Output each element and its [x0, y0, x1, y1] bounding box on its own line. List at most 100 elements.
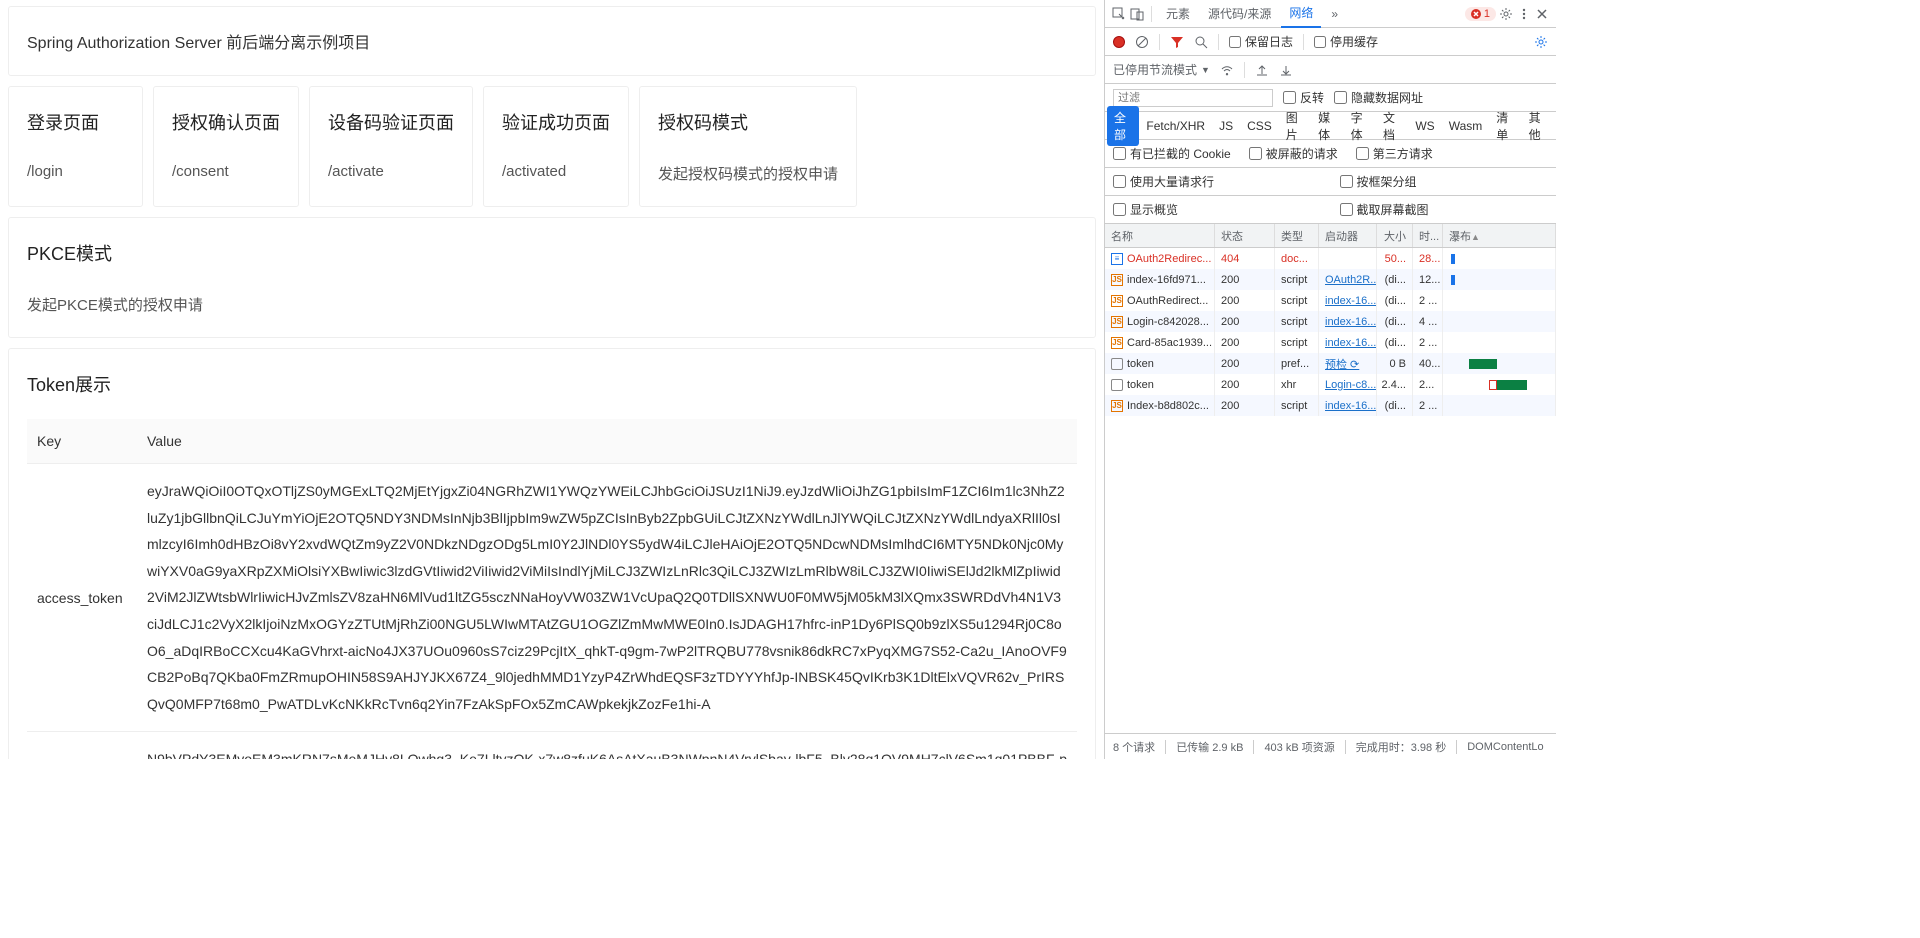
nav-card-sub: 发起授权码模式的授权申请 [658, 163, 838, 184]
gear-icon[interactable] [1498, 6, 1514, 22]
tab-network[interactable]: 网络 [1281, 0, 1321, 28]
request-waterfall [1443, 353, 1556, 374]
wifi-icon[interactable] [1220, 63, 1234, 77]
network-row[interactable]: JSCard-85ac1939...200scriptindex-16...(d… [1105, 332, 1556, 353]
upload-icon[interactable] [1255, 63, 1269, 77]
throttle-select[interactable]: 已停用节流模式 ▼ [1113, 61, 1210, 78]
nav-card-row: 登录页面/login授权确认页面/consent设备码验证页面/activate… [8, 86, 1096, 207]
screenshot-checkbox[interactable]: 截取屏幕截图 [1340, 201, 1549, 218]
col-waterfall[interactable]: 瀑布▲ [1443, 224, 1556, 247]
request-initiator: 预检 ⟳ [1319, 353, 1377, 374]
large-rows-checkbox[interactable]: 使用大量请求行 [1113, 173, 1322, 190]
request-type: doc... [1275, 248, 1319, 269]
tab-sources[interactable]: 源代码/来源 [1200, 0, 1279, 27]
token-value: eyJraWQiOiI0OTQxOTljZS0yMGExLTQ2MjEtYjgx… [137, 464, 1077, 732]
filter-icon[interactable] [1170, 35, 1184, 49]
network-row[interactable]: ≡OAuth2Redirec...404doc...50...28... [1105, 248, 1556, 269]
type-filter[interactable]: CSS [1240, 116, 1279, 136]
kebab-icon[interactable] [1516, 6, 1532, 22]
col-name[interactable]: 名称 [1105, 224, 1215, 247]
error-badge[interactable]: 1 [1465, 7, 1496, 21]
network-row[interactable]: JSIndex-b8d802c...200scriptindex-16...(d… [1105, 395, 1556, 416]
col-initiator[interactable]: 启动器 [1319, 224, 1377, 247]
network-row[interactable]: token200pref...预检 ⟳0 B40... [1105, 353, 1556, 374]
network-row[interactable]: JSOAuthRedirect...200scriptindex-16...(d… [1105, 290, 1556, 311]
hide-data-checkbox[interactable]: 隐藏数据网址 [1334, 89, 1423, 106]
network-row[interactable]: token200xhrLogin-c8...2.4...2... [1105, 374, 1556, 395]
nav-card-title: 登录页面 [27, 109, 124, 135]
nav-card[interactable]: 验证成功页面/activated [483, 86, 629, 207]
request-time: 4 ... [1413, 311, 1443, 332]
blocked-cookies-checkbox[interactable]: 有已拦截的 Cookie [1113, 145, 1231, 162]
download-icon[interactable] [1279, 63, 1293, 77]
col-type[interactable]: 类型 [1275, 224, 1319, 247]
col-status[interactable]: 状态 [1215, 224, 1275, 247]
preserve-log-checkbox[interactable]: 保留日志 [1229, 33, 1293, 50]
request-status: 200 [1215, 395, 1275, 416]
nav-card-sub: /login [27, 163, 124, 180]
throttle-row: 已停用节流模式 ▼ [1105, 56, 1556, 84]
nav-card[interactable]: 登录页面/login [8, 86, 143, 207]
device-icon[interactable] [1129, 6, 1145, 22]
nav-card[interactable]: 设备码验证页面/activate [309, 86, 473, 207]
checks-row-2: 使用大量请求行 按框架分组 [1105, 168, 1556, 196]
tab-elements[interactable]: 元素 [1158, 0, 1198, 27]
checks-row: 有已拦截的 Cookie 被屏蔽的请求 第三方请求 [1105, 140, 1556, 168]
request-xhr-icon [1111, 379, 1123, 391]
type-filter[interactable]: WS [1408, 116, 1441, 136]
status-finish: 完成用时：3.98 秒 [1356, 739, 1446, 755]
type-filter[interactable]: Fetch/XHR [1139, 116, 1212, 136]
request-doc-icon: ≡ [1111, 253, 1123, 265]
request-initiator: index-16... [1319, 290, 1377, 311]
nav-card-sub: /activate [328, 163, 454, 180]
network-toolbar: 保留日志 停用缓存 [1105, 28, 1556, 56]
invert-checkbox[interactable]: 反转 [1283, 89, 1324, 106]
network-row[interactable]: JSindex-16fd971...200scriptOAuth2R...(di… [1105, 269, 1556, 290]
inspect-icon[interactable] [1111, 6, 1127, 22]
request-name: token [1127, 358, 1154, 370]
group-frame-checkbox[interactable]: 按框架分组 [1340, 173, 1549, 190]
network-table-body[interactable]: ≡OAuth2Redirec...404doc...50...28...JSin… [1105, 248, 1556, 733]
col-size[interactable]: 大小 [1377, 224, 1413, 247]
request-status: 200 [1215, 374, 1275, 395]
table-row: refresh_tokenN9bVPdY3EMvoEM3mKRN7sMeMJHv… [27, 732, 1077, 759]
record-icon[interactable] [1113, 36, 1125, 48]
third-party-checkbox[interactable]: 第三方请求 [1356, 145, 1433, 162]
network-settings-icon[interactable] [1534, 35, 1548, 49]
pkce-card[interactable]: PKCE模式 发起PKCE模式的授权申请 [8, 217, 1096, 338]
disable-cache-checkbox[interactable]: 停用缓存 [1314, 33, 1378, 50]
tab-more[interactable]: » [1323, 2, 1346, 26]
request-js-icon: JS [1111, 337, 1123, 349]
request-js-icon: JS [1111, 316, 1123, 328]
status-resources: 403 kB 项资源 [1264, 739, 1334, 755]
show-overview-checkbox[interactable]: 显示概览 [1113, 201, 1322, 218]
request-size: (di... [1377, 395, 1413, 416]
nav-card-title: 授权码模式 [658, 109, 838, 135]
request-js-icon: JS [1111, 400, 1123, 412]
request-initiator: OAuth2R... [1319, 269, 1377, 290]
token-value: N9bVPdY3EMvoEM3mKRN7sMeMJHv8LQwhg3_Ke7Ll… [137, 732, 1077, 759]
request-size: (di... [1377, 269, 1413, 290]
col-time[interactable]: 时... [1413, 224, 1443, 247]
type-filter[interactable]: JS [1212, 116, 1240, 136]
search-icon[interactable] [1194, 35, 1208, 49]
app-page[interactable]: Spring Authorization Server 前后端分离示例项目 登录… [0, 0, 1104, 759]
request-time: 2... [1413, 374, 1443, 395]
nav-card[interactable]: 授权确认页面/consent [153, 86, 299, 207]
network-row[interactable]: JSLogin-c842028...200scriptindex-16...(d… [1105, 311, 1556, 332]
request-type: script [1275, 332, 1319, 353]
request-type: script [1275, 290, 1319, 311]
nav-card[interactable]: 授权码模式发起授权码模式的授权申请 [639, 86, 857, 207]
request-name: token [1127, 379, 1154, 391]
clear-icon[interactable] [1135, 35, 1149, 49]
token-key: access_token [27, 464, 137, 732]
network-status-bar: 8 个请求 已传输 2.9 kB 403 kB 项资源 完成用时：3.98 秒 … [1105, 733, 1556, 759]
type-filter[interactable]: Wasm [1442, 116, 1490, 136]
request-size: (di... [1377, 290, 1413, 311]
blocked-req-checkbox[interactable]: 被屏蔽的请求 [1249, 145, 1338, 162]
close-icon[interactable] [1534, 6, 1550, 22]
token-heading: Token展示 [27, 371, 1077, 397]
request-status: 200 [1215, 269, 1275, 290]
filter-input[interactable] [1113, 89, 1273, 107]
request-name: Index-b8d802c... [1127, 400, 1209, 412]
